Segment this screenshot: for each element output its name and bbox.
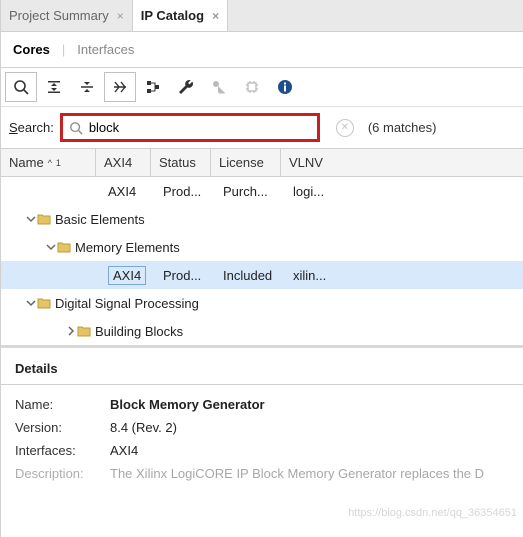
watermark: https://blog.csdn.net/qq_36354651 [348,507,517,519]
divider: | [62,42,65,57]
details-row-description: Description: The Xilinx LogiCORE IP Bloc… [1,462,523,485]
search-icon [69,121,83,135]
info-button[interactable] [269,72,301,102]
close-icon[interactable]: × [117,9,124,23]
search-label: Search: [9,120,54,135]
tab-label: Project Summary [9,8,109,23]
search-input[interactable] [87,119,311,136]
cell-vlnv: logi... [285,184,523,199]
expand-all-button[interactable] [71,72,103,102]
search-icon [13,79,29,95]
ip-tree: AXI4 Prod... Purch... logi... Basic Elem… [1,177,523,345]
tree-folder-memory-elements[interactable]: Memory Elements [1,233,523,261]
details-value-version: 8.4 (Rev. 2) [110,420,177,435]
details-label: Version: [15,420,110,435]
tab-label: IP Catalog [141,8,204,23]
table-row-selected[interactable]: AXI4 Prod... Included xilin... [1,261,523,289]
tree-folder-basic-elements[interactable]: Basic Elements [1,205,523,233]
close-icon[interactable]: × [212,9,219,23]
folder-label: Building Blocks [95,324,183,339]
sort-order: 1 [56,158,61,168]
cell-license: Purch... [215,184,285,199]
folder-label: Digital Signal Processing [55,296,199,311]
folder-icon [57,240,71,254]
close-icon: ✕ [341,122,349,133]
details-label: Name: [15,397,110,412]
column-name[interactable]: Name ^ 1 [1,149,96,176]
details-row-interfaces: Interfaces: AXI4 [1,439,523,462]
chevron-down-icon[interactable] [25,213,37,225]
sort-indicator: ^ [48,158,52,168]
toolbar [1,68,523,107]
cell-vlnv: xilin... [285,268,523,283]
cell-axi: AXI4 [100,266,155,285]
column-license[interactable]: License [211,149,281,176]
add-ip-icon [145,79,161,95]
subtab-interfaces[interactable]: Interfaces [77,42,134,57]
info-icon [277,79,293,95]
cell-axi: AXI4 [100,184,155,199]
key-icon [211,79,227,95]
cell-license: Included [215,268,285,283]
clear-search-button[interactable]: ✕ [336,119,354,137]
group-icon [112,79,128,95]
details-title: Details [1,355,523,384]
subtab-cores[interactable]: Cores [13,42,50,57]
folder-icon [37,212,51,226]
table-row[interactable]: AXI4 Prod... Purch... logi... [1,177,523,205]
cell-status: Prod... [155,268,215,283]
match-count: (6 matches) [368,120,437,135]
collapse-all-button[interactable] [38,72,70,102]
tab-project-summary[interactable]: Project Summary × [1,0,133,31]
folder-icon [37,296,51,310]
expand-icon [79,79,95,95]
chevron-down-icon[interactable] [25,297,37,309]
details-label: Interfaces: [15,443,110,458]
details-value-description: The Xilinx LogiCORE IP Block Memory Gene… [110,466,484,481]
folder-label: Basic Elements [55,212,145,227]
cell-status: Prod... [155,184,215,199]
details-row-version: Version: 8.4 (Rev. 2) [1,416,523,439]
folder-label: Memory Elements [75,240,180,255]
tab-ip-catalog[interactable]: IP Catalog × [133,0,228,31]
chip-icon [244,79,260,95]
chip-button[interactable] [236,72,268,102]
chevron-down-icon[interactable] [45,241,57,253]
tree-folder-building-blocks[interactable]: Building Blocks [1,317,523,345]
group-button[interactable] [104,72,136,102]
chevron-right-icon[interactable] [65,325,77,337]
details-value-interfaces: AXI4 [110,443,138,458]
add-ip-button[interactable] [137,72,169,102]
search-button[interactable] [5,72,37,102]
search-box [60,113,320,142]
wrench-icon [178,79,194,95]
collapse-icon [46,79,62,95]
column-vlnv[interactable]: VLNV [281,149,523,176]
settings-button[interactable] [170,72,202,102]
details-value-name: Block Memory Generator [110,397,265,412]
table-header: Name ^ 1 AXI4 Status License VLNV [1,149,523,177]
folder-icon [77,324,91,338]
details-row-name: Name: Block Memory Generator [1,393,523,416]
details-label: Description: [15,466,110,481]
key-button[interactable] [203,72,235,102]
column-axi4[interactable]: AXI4 [96,149,151,176]
column-status[interactable]: Status [151,149,211,176]
tree-folder-dsp[interactable]: Digital Signal Processing [1,289,523,317]
